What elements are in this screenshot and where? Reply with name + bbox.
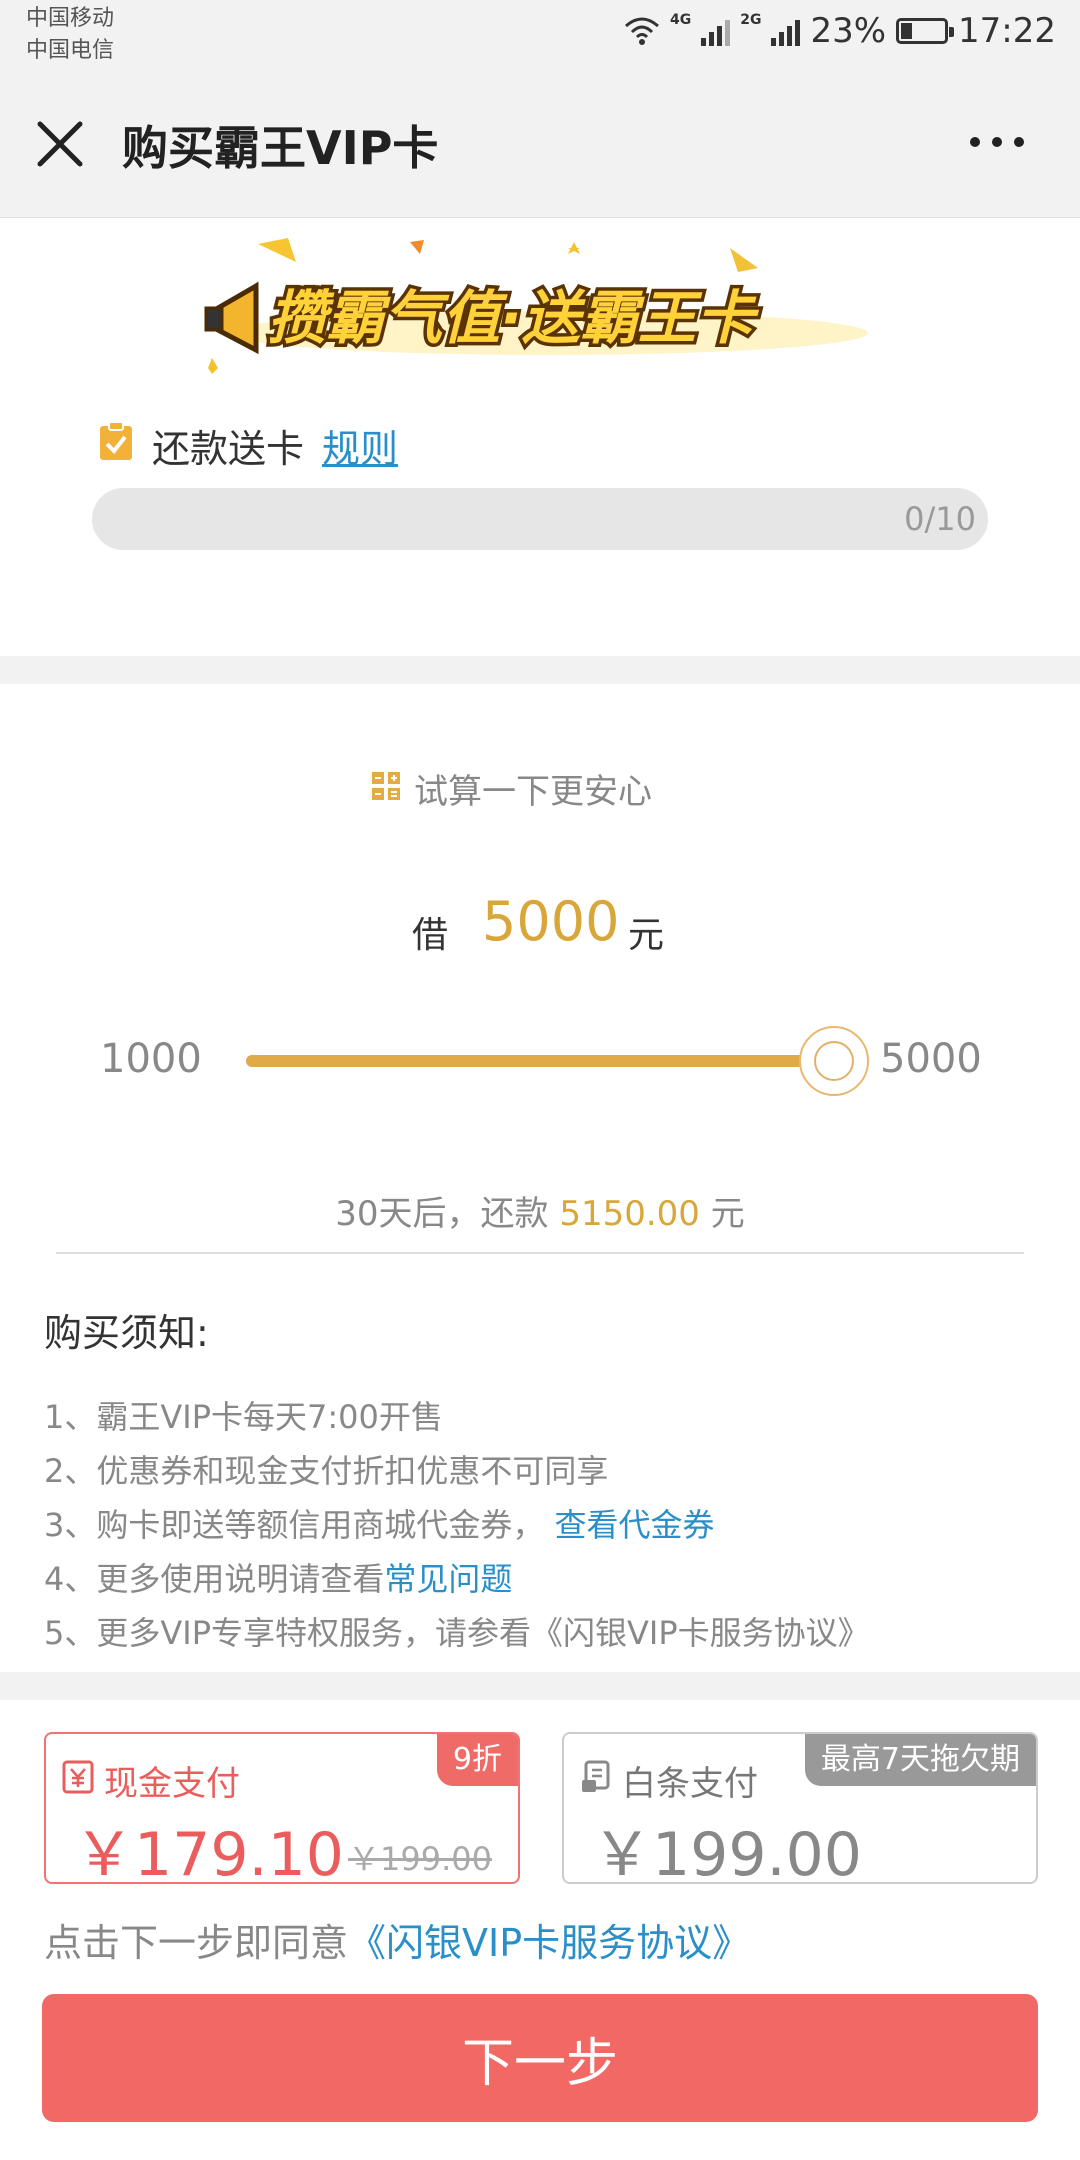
- cash-price: ￥179.10: [74, 1820, 344, 1890]
- carrier-1: 中国移动: [26, 6, 115, 31]
- wifi-icon: [624, 17, 659, 45]
- credit-note-icon: [582, 1760, 610, 1792]
- signal-icon: [771, 16, 801, 46]
- repay-amount: 5150.00: [559, 1194, 700, 1234]
- notice-text: 5、更多VIP专享特权服务，请参看《闪银VIP卡服务协议》: [44, 1614, 870, 1652]
- network-type-2: 2G: [740, 12, 762, 28]
- close-icon[interactable]: [34, 118, 86, 170]
- slider-max-label: 5000: [880, 1036, 982, 1082]
- cash-icon: [62, 1760, 94, 1794]
- promo-banner: 攒霸气值·送霸王卡: [204, 238, 868, 374]
- more-icon[interactable]: [962, 122, 1032, 162]
- status-indicators: 4G 2G 23% 17:22: [624, 6, 1056, 56]
- agreement-text: 点击下一步即同意《闪银VIP卡服务协议》: [44, 1912, 750, 1967]
- notice-text: 4、更多使用说明请查看: [44, 1560, 385, 1598]
- megaphone-icon: [204, 281, 259, 355]
- notice-text: 1、霸王VIP卡每天7:00开售: [44, 1398, 443, 1436]
- battery-percent: 23%: [810, 11, 887, 51]
- repay-progress-bar: 0/10: [92, 488, 988, 550]
- calculator-icon: [372, 772, 400, 800]
- cash-payment-label: 现金支付: [104, 1764, 240, 1804]
- credit-payment-label: 白条支付: [622, 1764, 758, 1804]
- credit-payment-option[interactable]: 白条支付 最高7天拖欠期 ￥199.00: [562, 1732, 1038, 1890]
- credit-price: ￥199.00: [592, 1820, 862, 1890]
- notice-item: 1、霸王VIP卡每天7:00开售: [44, 1392, 443, 1438]
- progress-text: 0/10: [904, 500, 976, 538]
- view-vouchers-link[interactable]: 查看代金券: [555, 1506, 715, 1544]
- signal-icon: [701, 16, 731, 46]
- notice-item: 4、更多使用说明请查看常见问题: [44, 1554, 512, 1600]
- notice-text: 3、购卡即送等额信用商城代金券，: [44, 1506, 545, 1544]
- slider-min-label: 1000: [100, 1036, 202, 1082]
- borrow-prefix: 借: [412, 915, 449, 956]
- network-type-1: 4G: [669, 12, 692, 28]
- grace-period-badge: 最高7天拖欠期: [804, 1734, 1036, 1786]
- repay-card-label: 还款送卡: [152, 427, 305, 471]
- clock: 17:22: [958, 11, 1056, 51]
- notice-item: 3、购卡即送等额信用商城代金券， 查看代金券: [44, 1500, 715, 1546]
- notice-title: 购买须知:: [44, 1311, 209, 1355]
- battery-icon: [896, 18, 955, 44]
- calculator-title: 试算一下更安心: [414, 772, 652, 812]
- rule-link[interactable]: 规则: [322, 418, 398, 473]
- amount-slider[interactable]: [246, 1055, 834, 1067]
- notice-text: 2、优惠券和现金支付折扣优惠不可同享: [44, 1452, 609, 1490]
- page-title: 购买霸王VIP卡: [122, 121, 439, 175]
- repay-summary: 30天后，还款 5150.00 元: [0, 1186, 1080, 1235]
- notice-item: 2、优惠券和现金支付折扣优惠不可同享: [44, 1446, 608, 1492]
- original-price: ￥199.00: [348, 1840, 492, 1878]
- slider-handle[interactable]: [799, 1026, 869, 1096]
- clipboard-check-icon: [100, 421, 132, 460]
- discount-badge: 9折: [436, 1734, 518, 1786]
- faq-link[interactable]: 常见问题: [384, 1560, 512, 1598]
- cash-payment-option[interactable]: 现金支付 9折 ￥179.10 ￥199.00: [44, 1732, 520, 1890]
- slider-fill: [246, 1055, 834, 1067]
- banner-text: 攒霸气值·送霸王卡: [268, 284, 760, 352]
- agreement-prefix: 点击下一步即同意: [44, 1921, 349, 1965]
- notice-item: 5、更多VIP专享特权服务，请参看《闪银VIP卡服务协议》: [44, 1608, 870, 1654]
- repay-unit: 元: [710, 1194, 745, 1234]
- next-step-button[interactable]: 下一步: [42, 1994, 1038, 2122]
- repay-prefix: 30天后，还款: [335, 1194, 549, 1234]
- borrow-amount: 5000: [482, 890, 620, 953]
- service-agreement-link[interactable]: 《闪银VIP卡服务协议》: [348, 1921, 750, 1965]
- borrow-unit: 元: [628, 915, 665, 956]
- divider: [56, 1252, 1024, 1254]
